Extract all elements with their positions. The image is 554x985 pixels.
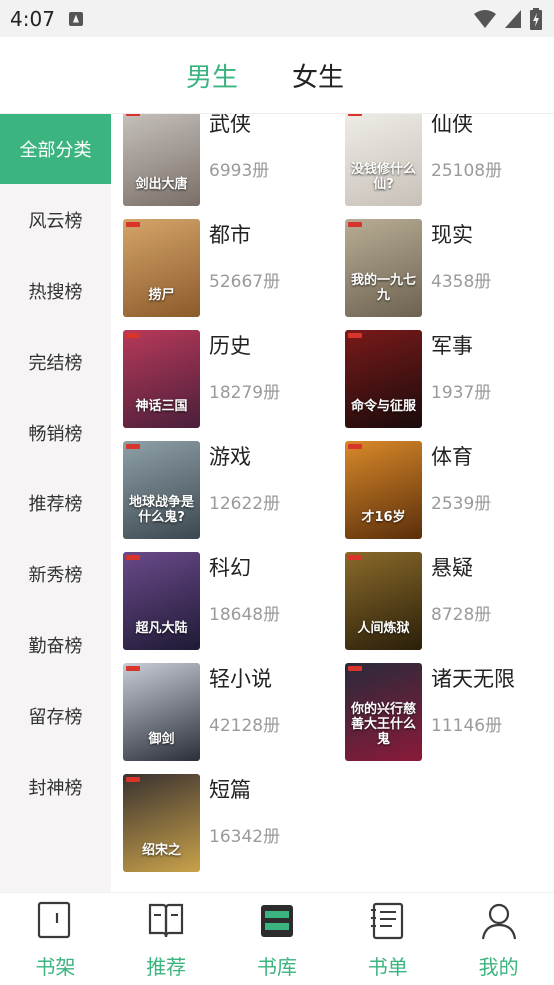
category-name: 体育 [431, 445, 473, 469]
sidebar-item-diligent[interactable]: 勤奋榜 [0, 610, 111, 680]
category-count: 6993册 [209, 161, 270, 181]
category-count: 2539册 [431, 494, 492, 514]
book-cover: 捞尸 [123, 219, 200, 317]
category-item-light-novel[interactable]: 御剑 轻小说 42128册 [111, 663, 321, 763]
sidebar-item-fengyun[interactable]: 风云榜 [0, 185, 111, 255]
signal-icon [505, 10, 521, 28]
category-item-scifi[interactable]: 超凡大陆 科幻 18648册 [111, 552, 321, 652]
book-cover: 才16岁 [345, 441, 422, 539]
category-name: 游戏 [209, 445, 251, 469]
category-item-sports[interactable]: 才16岁 体育 2539册 [333, 441, 543, 541]
category-count: 42128册 [209, 716, 281, 736]
book-cover: 剑出大唐 [123, 114, 200, 206]
book-cover: 地球战争是什么鬼? [123, 441, 200, 539]
sidebar-item-all-categories[interactable]: 全部分类 [0, 114, 111, 184]
sidebar-item-bestseller[interactable]: 畅销榜 [0, 398, 111, 468]
book-open-icon [149, 903, 184, 938]
ranking-sidebar: 全部分类 风云榜 热搜榜 完结榜 畅销榜 推荐榜 新秀榜 勤奋榜 留存榜 封神榜 [0, 114, 111, 892]
nav-label: 我的 [478, 955, 519, 979]
sidebar-item-recommended[interactable]: 推荐榜 [0, 468, 111, 538]
category-count: 25108册 [431, 161, 503, 181]
category-count: 18279册 [209, 383, 281, 403]
category-item-urban[interactable]: 捞尸 都市 52667册 [111, 219, 321, 319]
book-cover: 超凡大陆 [123, 552, 200, 650]
category-item-xianxia[interactable]: 没钱修什么仙? 仙侠 25108册 [333, 114, 543, 208]
book-cover: 神话三国 [123, 330, 200, 428]
category-name: 短篇 [209, 778, 251, 802]
booklist-icon [370, 902, 403, 940]
category-item-reality[interactable]: 我的一九七九 现实 4358册 [333, 219, 543, 319]
nav-label: 书架 [35, 955, 76, 979]
category-count: 16342册 [209, 827, 281, 847]
category-count: 18648册 [209, 605, 281, 625]
nav-label: 书库 [256, 955, 297, 979]
bookshelf-icon [38, 901, 71, 939]
book-cover: 你的兴行慈善大王什么鬼 [345, 663, 422, 761]
category-count: 11146册 [431, 716, 503, 736]
book-cover: 绍宋之 [123, 774, 200, 872]
category-count: 8728册 [431, 605, 492, 625]
category-item-infinite[interactable]: 你的兴行慈善大王什么鬼 诸天无限 11146册 [333, 663, 543, 763]
nav-profile[interactable]: 我的 [443, 893, 554, 985]
gender-tabs: 男生 女生 [0, 37, 554, 114]
category-name: 轻小说 [209, 667, 272, 691]
category-name: 悬疑 [431, 556, 473, 580]
battery-icon [530, 8, 542, 30]
tab-female[interactable]: 女生 [292, 57, 344, 94]
notification-icon [68, 11, 83, 26]
category-item-wuxia[interactable]: 剑出大唐 武侠 6993册 [111, 114, 321, 208]
category-item-suspense[interactable]: 人间炼狱 悬疑 8728册 [333, 552, 543, 652]
sidebar-item-hot-search[interactable]: 热搜榜 [0, 256, 111, 326]
sidebar-item-completed[interactable]: 完结榜 [0, 327, 111, 397]
category-count: 4358册 [431, 272, 492, 292]
nav-label: 书单 [367, 955, 408, 979]
book-cover: 人间炼狱 [345, 552, 422, 650]
category-name: 武侠 [209, 114, 251, 136]
category-name: 现实 [431, 223, 473, 247]
category-name: 都市 [209, 223, 251, 247]
category-item-game[interactable]: 地球战争是什么鬼? 游戏 12622册 [111, 441, 321, 541]
book-cover: 我的一九七九 [345, 219, 422, 317]
category-count: 1937册 [431, 383, 492, 403]
status-time: 4:07 [10, 6, 55, 31]
status-bar: 4:07 [0, 0, 554, 37]
sidebar-item-newcomer[interactable]: 新秀榜 [0, 539, 111, 609]
sidebar-item-legend[interactable]: 封神榜 [0, 752, 111, 822]
category-name: 军事 [431, 334, 473, 358]
tab-male[interactable]: 男生 [186, 57, 238, 94]
category-name: 诸天无限 [431, 667, 515, 691]
category-name: 历史 [209, 334, 251, 358]
category-count: 12622册 [209, 494, 281, 514]
book-cover: 没钱修什么仙? [345, 114, 422, 206]
category-name: 科幻 [209, 556, 251, 580]
category-item-history[interactable]: 神话三国 历史 18279册 [111, 330, 321, 430]
category-name: 仙侠 [431, 114, 473, 136]
profile-icon [481, 903, 516, 940]
nav-recommend[interactable]: 推荐 [111, 893, 222, 985]
sidebar-item-retention[interactable]: 留存榜 [0, 681, 111, 751]
category-count: 52667册 [209, 272, 281, 292]
nav-booklist[interactable]: 书单 [332, 893, 443, 985]
category-item-short[interactable]: 绍宋之 短篇 16342册 [111, 774, 321, 874]
wifi-icon [474, 10, 496, 28]
nav-bookshelf[interactable]: 书架 [0, 893, 111, 985]
nav-label: 推荐 [146, 955, 187, 979]
category-item-military[interactable]: 命令与征服 军事 1937册 [333, 330, 543, 430]
book-cover: 命令与征服 [345, 330, 422, 428]
bottom-nav: 书架 推荐 书库 书单 我的 [0, 892, 554, 985]
library-icon [260, 905, 293, 937]
book-cover: 御剑 [123, 663, 200, 761]
nav-library[interactable]: 书库 [222, 893, 333, 985]
category-grid: 剑出大唐 武侠 6993册 没钱修什么仙? 仙侠 25108册 捞尸 都市 52… [111, 114, 554, 892]
